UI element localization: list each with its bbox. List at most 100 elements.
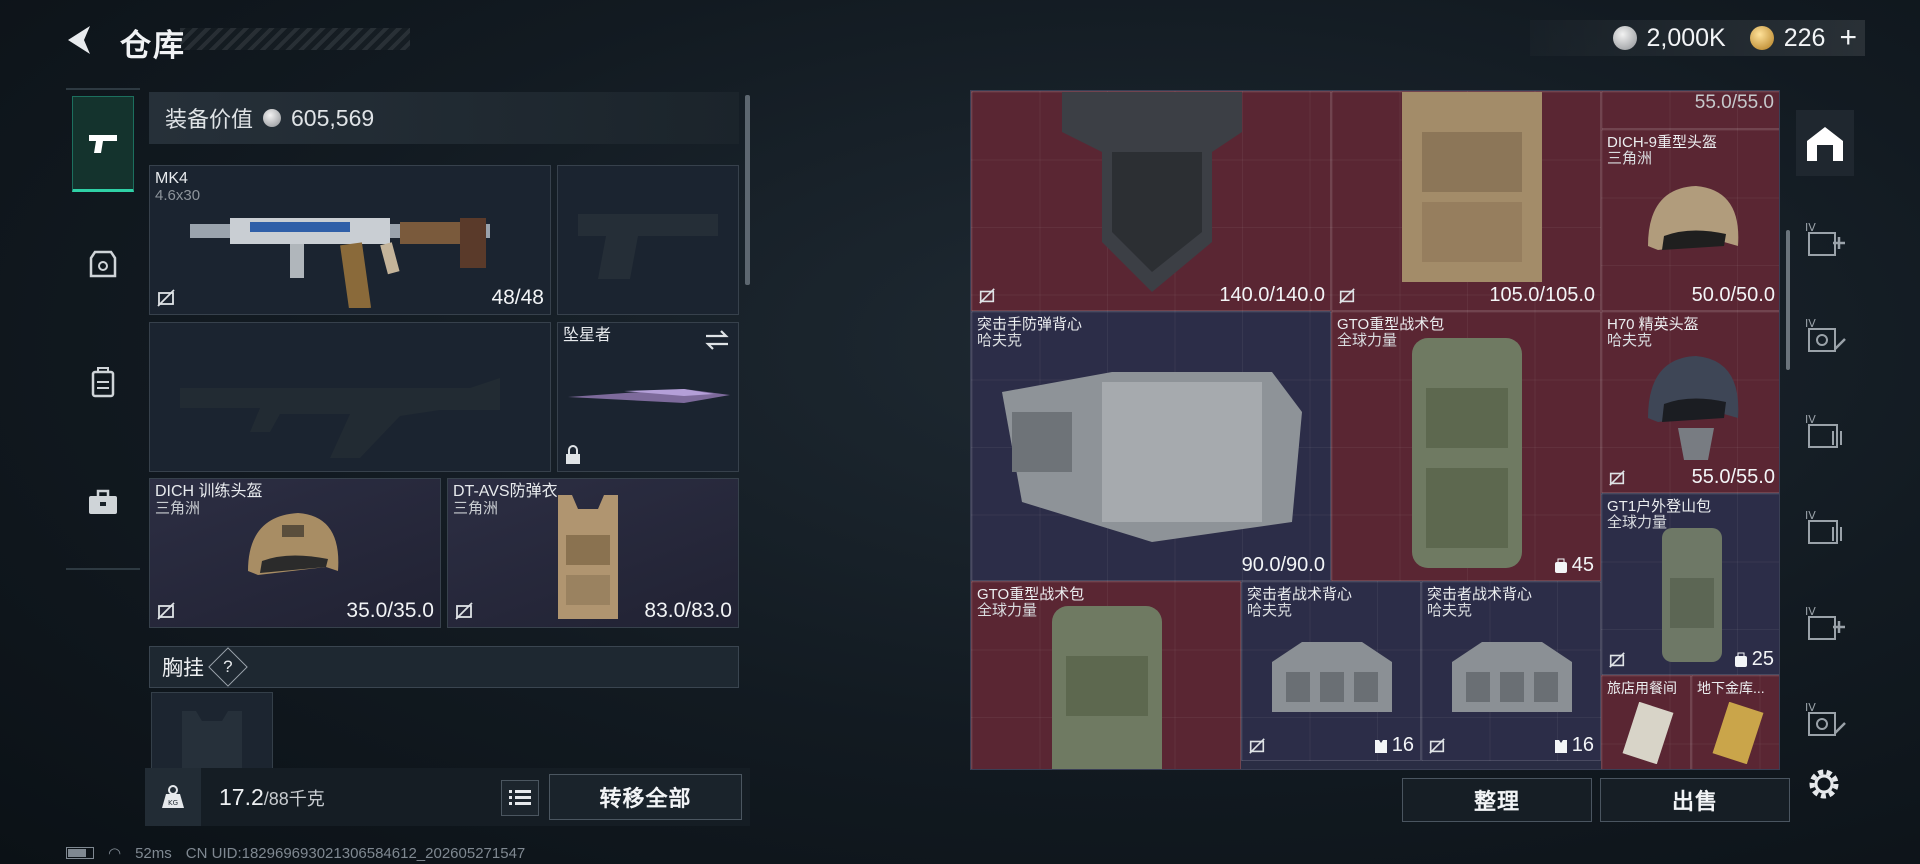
no-insurance-icon <box>1609 652 1625 668</box>
inventory-footer: KG 17.2/88千克 转移全部 <box>145 768 750 826</box>
equipment-scrollbar[interactable] <box>745 95 750 285</box>
sort-button[interactable]: 整理 <box>1402 778 1592 822</box>
item-name: 突击者战术背心 <box>1247 586 1353 603</box>
storage-tab-3[interactable]: IV <box>1796 302 1854 368</box>
helmet-durability: 35.0/35.0 <box>346 599 434 622</box>
armor-slot[interactable]: DT-AVS防弹衣 三角洲 83.0/83.0 <box>447 478 739 628</box>
item-durability: 105.0/105.0 <box>1489 284 1595 306</box>
helmet-slot[interactable]: DICH 训练头盔 三角洲 35.0/35.0 <box>149 478 441 628</box>
grid-item[interactable]: 旅店用餐间 <box>1601 675 1691 769</box>
wifi-icon: ◠ <box>108 845 122 862</box>
item-durability: 140.0/140.0 <box>1219 284 1325 306</box>
storage-box-add-icon: IV <box>1805 605 1845 640</box>
grid-item[interactable]: 105.0/105.0 <box>1331 91 1601 311</box>
equipment-value-label: 装备价值 <box>165 107 254 132</box>
item-maker: 哈夫克 <box>1427 602 1473 619</box>
vest-image <box>1402 92 1542 282</box>
chest-rig-slot[interactable] <box>151 692 273 771</box>
storage-box-edit-icon: IV <box>1805 317 1846 352</box>
storage-folder-icon: IV <box>1805 509 1842 544</box>
item-capacity: 16 <box>1554 734 1594 757</box>
item-durability: 90.0/90.0 <box>1241 554 1325 576</box>
secondary-weapon-slot[interactable] <box>557 165 739 315</box>
storage-tab-all[interactable] <box>1796 110 1854 176</box>
briefcase-icon <box>89 489 117 514</box>
melee-slot[interactable]: 坠星者 <box>557 322 739 472</box>
rifle-silhouette-icon <box>180 378 500 458</box>
no-insurance-icon <box>157 602 175 620</box>
list-icon <box>509 790 531 805</box>
item-maker: 哈夫克 <box>1247 602 1293 619</box>
vest-capacity-icon <box>1374 739 1387 753</box>
grid-item[interactable]: 突击手防弹背心 哈夫克 90.0/90.0 <box>971 311 1331 581</box>
grid-item[interactable]: H70 精英头盔 哈夫克 55.0/55.0 <box>1601 311 1779 493</box>
armor-name: DT-AVS防弹衣 <box>453 483 558 500</box>
left-category-nav <box>66 88 140 570</box>
item-durability: 55.0/55.0 <box>1691 466 1775 488</box>
back-arrow-icon <box>68 26 90 54</box>
no-insurance-icon <box>1339 288 1355 304</box>
armor-maker: 三角洲 <box>453 500 499 517</box>
back-button[interactable] <box>62 20 102 60</box>
backpack-icon <box>91 367 115 398</box>
lock-icon <box>566 445 580 464</box>
storage-tab-4[interactable]: IV <box>1796 398 1854 464</box>
grid-item[interactable]: 55.0/55.0 <box>1601 91 1779 129</box>
item-capacity: 45 <box>1554 554 1594 577</box>
user-uid: CN UID:1829696930213065846​12_2026052715… <box>185 844 526 862</box>
silver-coin-icon <box>1612 26 1637 50</box>
grid-item[interactable]: 突击者战术背心 哈夫克 16 <box>1241 581 1421 761</box>
primary-weapon-slot[interactable]: MK4 4.6x30 48/48 <box>149 165 551 315</box>
grid-item[interactable]: DICH-9重型头盔 三角洲 50.0/50.0 <box>1601 129 1779 311</box>
grid-item[interactable]: 地下金库... <box>1691 675 1779 769</box>
armor-image <box>558 495 618 619</box>
warehouse-icon <box>1807 127 1843 161</box>
add-currency-button[interactable]: + <box>1839 23 1857 53</box>
nav-armor[interactable] <box>72 216 134 312</box>
nav-supplies[interactable] <box>72 454 134 550</box>
backpack-capacity-icon <box>1734 652 1747 667</box>
list-view-button[interactable] <box>501 780 539 816</box>
no-insurance-icon <box>1609 470 1625 486</box>
helmet-image <box>1648 186 1739 250</box>
equipment-value: 605,569 <box>291 104 375 131</box>
nav-backpack[interactable] <box>72 334 134 430</box>
no-insurance-icon <box>1429 738 1445 754</box>
storage-tab-7[interactable]: IV <box>1796 686 1854 752</box>
ping: 52ms <box>135 844 172 862</box>
no-insurance-icon <box>979 288 995 304</box>
item-capacity: 16 <box>1374 734 1414 757</box>
primary-weapon-slot-2[interactable] <box>149 322 551 472</box>
helmet-name: DICH 训练头盔 <box>155 483 263 500</box>
transfer-all-button[interactable]: 转移全部 <box>549 774 742 820</box>
item-durability: 50.0/50.0 <box>1691 284 1775 306</box>
storage-folder-icon: IV <box>1805 413 1842 448</box>
tactical-vest-image <box>1272 642 1392 712</box>
chest-rig-label: 胸挂 <box>162 657 204 680</box>
grid-item[interactable]: GTO重型战术包 全球力量 <box>971 581 1241 769</box>
storage-tab-6[interactable]: IV <box>1796 590 1854 656</box>
grid-item[interactable]: GTO重型战术包 全球力量 45 <box>1331 311 1601 581</box>
storage-tabs: IV IV IV IV IV IV <box>1796 90 1854 810</box>
melee-name: 坠星者 <box>563 327 612 344</box>
settings-button[interactable] <box>1800 760 1848 808</box>
sell-button[interactable]: 出售 <box>1600 778 1790 822</box>
no-insurance-icon <box>1249 738 1265 754</box>
armor-durability: 83.0/83.0 <box>644 599 732 622</box>
backpack-image <box>1412 338 1522 568</box>
swap-icon[interactable] <box>704 329 730 351</box>
storage-tab-5[interactable]: IV <box>1796 494 1854 560</box>
nav-weapons[interactable] <box>72 96 134 192</box>
storage-scrollbar[interactable] <box>1786 230 1790 370</box>
grid-item[interactable]: 突击者战术背心 哈夫克 16 <box>1421 581 1601 761</box>
storage-tab-2[interactable]: IV <box>1796 206 1854 272</box>
backpack-image <box>1052 606 1162 769</box>
help-button[interactable]: ? <box>208 647 248 687</box>
title-decoration <box>180 28 410 50</box>
storage-grid: 140.0/140.0 105.0/105.0 55.0/55.0 DICH-9… <box>970 90 1780 770</box>
item-name: GT1户外登山包 <box>1607 498 1712 515</box>
grid-item[interactable]: GT1户外登山包 全球力量 25 <box>1601 493 1779 675</box>
grid-item[interactable]: 140.0/140.0 <box>971 91 1331 311</box>
backpack-image <box>1662 528 1722 662</box>
helmet-image <box>248 513 339 575</box>
